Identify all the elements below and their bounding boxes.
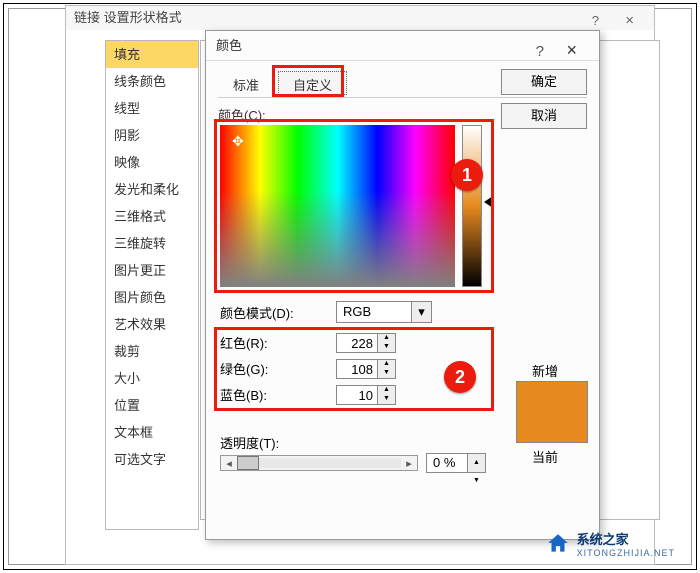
- spin-down-icon[interactable]: ▼: [468, 472, 485, 490]
- spin-down-icon[interactable]: ▼: [378, 369, 395, 378]
- luminance-arrow-icon[interactable]: [484, 196, 493, 208]
- format-dialog-title-text: 链接 设置形状格式: [74, 10, 182, 25]
- sidebar-item-label: 文本框: [114, 425, 153, 440]
- sidebar-item-label: 阴影: [114, 128, 140, 143]
- sidebar-item-glow[interactable]: 发光和柔化: [106, 176, 198, 203]
- spin-up-icon[interactable]: ▲: [378, 334, 395, 343]
- sidebar-item-label: 三维格式: [114, 209, 166, 224]
- slider-thumb[interactable]: [237, 456, 259, 470]
- color-dialog: 颜色 ? × 标准 自定义 确定 取消 颜色(C): ✥ 1 颜色模式(D): …: [205, 30, 600, 540]
- sidebar-item-fill[interactable]: 填充: [106, 41, 198, 68]
- blue-spinner[interactable]: ▲▼: [336, 385, 396, 405]
- red-spinner[interactable]: ▲▼: [336, 333, 396, 353]
- sidebar-item-label: 线条颜色: [114, 74, 166, 89]
- format-dialog-title: 链接 设置形状格式 ? ×: [66, 6, 654, 30]
- spin-down-icon[interactable]: ▼: [378, 395, 395, 404]
- transparency-slider[interactable]: ◂ ▸: [220, 455, 418, 471]
- spin-up-icon[interactable]: ▲: [378, 360, 395, 369]
- green-label: 绿色(G):: [220, 359, 268, 381]
- tab-custom[interactable]: 自定义: [278, 71, 347, 95]
- watermark-name: 系统之家: [577, 532, 629, 547]
- sidebar-item-line-color[interactable]: 线条颜色: [106, 68, 198, 95]
- format-sidebar: 填充 线条颜色 线型 阴影 映像 发光和柔化 三维格式 三维旋转 图片更正 图片…: [105, 40, 199, 530]
- crosshair-icon: ✥: [232, 133, 244, 150]
- green-input[interactable]: [337, 360, 377, 378]
- close-icon[interactable]: ×: [566, 35, 577, 65]
- transparency-label: 透明度(T):: [220, 433, 279, 452]
- house-icon: [545, 531, 571, 557]
- sidebar-item-position[interactable]: 位置: [106, 392, 198, 419]
- sidebar-item-label: 三维旋转: [114, 236, 166, 251]
- color-mode-label: 颜色模式(D):: [220, 303, 294, 322]
- color-dialog-title: 颜色: [216, 38, 242, 53]
- color-swatch: [516, 381, 588, 443]
- sidebar-item-label: 映像: [114, 155, 140, 170]
- sidebar-item-label: 裁剪: [114, 344, 140, 359]
- sidebar-item-label: 线型: [114, 101, 140, 116]
- sidebar-item-3d-format[interactable]: 三维格式: [106, 203, 198, 230]
- red-input[interactable]: [337, 334, 377, 352]
- luminance-strip[interactable]: [462, 125, 482, 287]
- arrow-left-icon[interactable]: ◂: [221, 457, 237, 470]
- blue-label: 蓝色(B):: [220, 385, 267, 407]
- close-icon[interactable]: ×: [625, 9, 634, 33]
- chevron-down-icon: ▾: [411, 302, 431, 322]
- color-mode-select[interactable]: RGB ▾: [336, 301, 432, 323]
- sidebar-item-alt-text[interactable]: 可选文字: [106, 446, 198, 473]
- ok-button[interactable]: 确定: [501, 69, 587, 95]
- help-icon[interactable]: ?: [536, 37, 544, 67]
- color-dialog-header: 颜色 ? ×: [206, 31, 599, 61]
- tab-standard[interactable]: 标准: [218, 71, 274, 95]
- new-color-label: 新增: [532, 361, 558, 380]
- sidebar-item-label: 发光和柔化: [114, 182, 179, 197]
- spin-down-icon[interactable]: ▼: [378, 343, 395, 352]
- sidebar-item-label: 填充: [114, 47, 140, 62]
- sidebar-item-reflection[interactable]: 映像: [106, 149, 198, 176]
- annotation-badge-1: 1: [451, 159, 483, 191]
- sidebar-item-shadow[interactable]: 阴影: [106, 122, 198, 149]
- sidebar-item-label: 大小: [114, 371, 140, 386]
- red-label: 红色(R):: [220, 333, 268, 355]
- spin-up-icon[interactable]: ▲: [468, 454, 485, 472]
- cancel-button[interactable]: 取消: [501, 103, 587, 129]
- watermark: 系统之家 XITONGZHIJIA.NET: [545, 529, 675, 558]
- sidebar-item-textbox[interactable]: 文本框: [106, 419, 198, 446]
- divider: [218, 97, 587, 98]
- color-spectrum[interactable]: ✥: [220, 125, 455, 287]
- sidebar-item-size[interactable]: 大小: [106, 365, 198, 392]
- annotation-badge-2: 2: [444, 361, 476, 393]
- transparency-value[interactable]: 0 % ▲▼: [426, 453, 486, 473]
- colors-label: 颜色(C):: [218, 105, 266, 124]
- spin-up-icon[interactable]: ▲: [378, 386, 395, 395]
- sidebar-item-artistic[interactable]: 艺术效果: [106, 311, 198, 338]
- color-mode-value: RGB: [343, 304, 371, 319]
- sidebar-item-line-style[interactable]: 线型: [106, 95, 198, 122]
- arrow-right-icon[interactable]: ▸: [401, 457, 417, 470]
- sidebar-item-label: 艺术效果: [114, 317, 166, 332]
- sidebar-item-3d-rotation[interactable]: 三维旋转: [106, 230, 198, 257]
- sidebar-item-crop[interactable]: 裁剪: [106, 338, 198, 365]
- sidebar-item-label: 图片更正: [114, 263, 166, 278]
- sidebar-item-label: 可选文字: [114, 452, 166, 467]
- sidebar-item-label: 图片颜色: [114, 290, 166, 305]
- blue-input[interactable]: [337, 386, 377, 404]
- sidebar-item-picture-correct[interactable]: 图片更正: [106, 257, 198, 284]
- current-color-label: 当前: [532, 447, 558, 466]
- watermark-url: XITONGZHIJIA.NET: [577, 548, 675, 558]
- color-tabs: 标准 自定义: [218, 71, 351, 95]
- sidebar-item-picture-color[interactable]: 图片颜色: [106, 284, 198, 311]
- transparency-value-text: 0 %: [433, 455, 455, 470]
- sidebar-item-label: 位置: [114, 398, 140, 413]
- green-spinner[interactable]: ▲▼: [336, 359, 396, 379]
